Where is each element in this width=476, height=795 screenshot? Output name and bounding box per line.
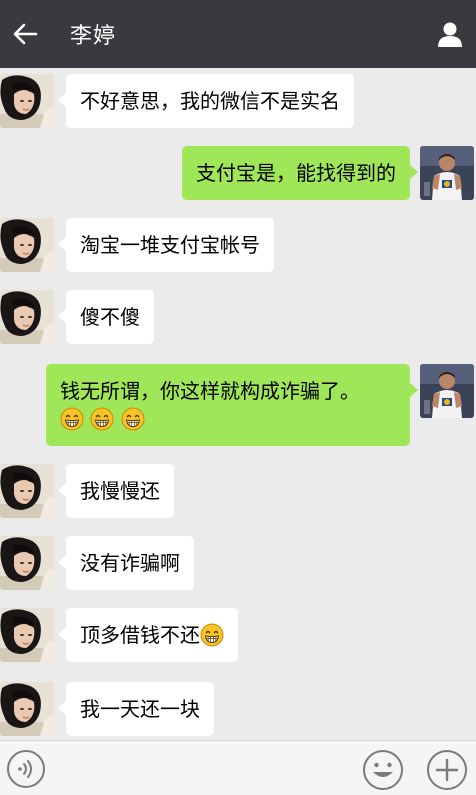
more-button[interactable] xyxy=(426,749,468,791)
back-button[interactable] xyxy=(2,0,48,68)
message-text: 我一天还一块 xyxy=(80,697,200,721)
contact-avatar[interactable] xyxy=(0,74,54,128)
grin-emoji-icon xyxy=(121,407,145,431)
grin-emoji-icon xyxy=(90,407,114,431)
message-text: 我慢慢还 xyxy=(80,479,160,503)
person-icon xyxy=(438,22,462,47)
message-input[interactable] xyxy=(54,749,350,789)
incoming-message-bubble[interactable]: 淘宝一堆支付宝帐号 xyxy=(58,218,274,272)
plus-icon xyxy=(427,750,467,790)
contact-avatar[interactable] xyxy=(0,682,54,736)
input-bar xyxy=(0,740,476,795)
contact-avatar[interactable] xyxy=(0,536,54,590)
message-text: 没有诈骗啊 xyxy=(80,551,180,575)
contact-avatar[interactable] xyxy=(0,218,54,272)
contact-avatar[interactable] xyxy=(0,608,54,662)
my-avatar[interactable] xyxy=(420,146,474,200)
chat-title: 李婷 xyxy=(70,24,117,49)
incoming-message-bubble[interactable]: 没有诈骗啊 xyxy=(58,536,194,590)
contact-avatar[interactable] xyxy=(0,290,54,344)
message-text: 顶多借钱不还 xyxy=(80,623,200,647)
voice-button[interactable] xyxy=(6,749,46,789)
smiley-icon xyxy=(363,750,403,790)
arrow-left-icon xyxy=(13,23,38,45)
message-text: 傻不傻 xyxy=(80,305,140,329)
contact-avatar[interactable] xyxy=(0,464,54,518)
message-text: 淘宝一堆支付宝帐号 xyxy=(80,233,260,257)
voice-icon xyxy=(7,750,45,788)
incoming-message-bubble[interactable]: 顶多借钱不还 xyxy=(58,608,238,662)
outgoing-message-bubble[interactable]: 钱无所谓，你这样就构成诈骗了。 xyxy=(46,364,418,446)
outgoing-message-bubble[interactable]: 支付宝是，能找得到的 xyxy=(182,146,418,200)
chat-info-button[interactable] xyxy=(430,14,470,54)
message-list[interactable]: 不好意思，我的微信不是实名 支付宝是，能找得到的 淘宝一堆支付宝帐号 傻不傻 钱… xyxy=(0,68,476,740)
grin-emoji-icon xyxy=(60,407,84,431)
incoming-message-bubble[interactable]: 我一天还一块 xyxy=(58,682,214,736)
message-text: 支付宝是，能找得到的 xyxy=(196,161,396,185)
emoji-button[interactable] xyxy=(362,749,404,791)
grin-emoji-icon xyxy=(200,623,224,647)
my-avatar[interactable] xyxy=(420,364,474,418)
incoming-message-bubble[interactable]: 不好意思，我的微信不是实名 xyxy=(58,74,354,128)
message-text: 不好意思，我的微信不是实名 xyxy=(80,89,340,113)
incoming-message-bubble[interactable]: 我慢慢还 xyxy=(58,464,174,518)
message-text: 钱无所谓，你这样就构成诈骗了。 xyxy=(60,379,360,403)
chat-header: 李婷 xyxy=(0,0,476,68)
incoming-message-bubble[interactable]: 傻不傻 xyxy=(58,290,154,344)
